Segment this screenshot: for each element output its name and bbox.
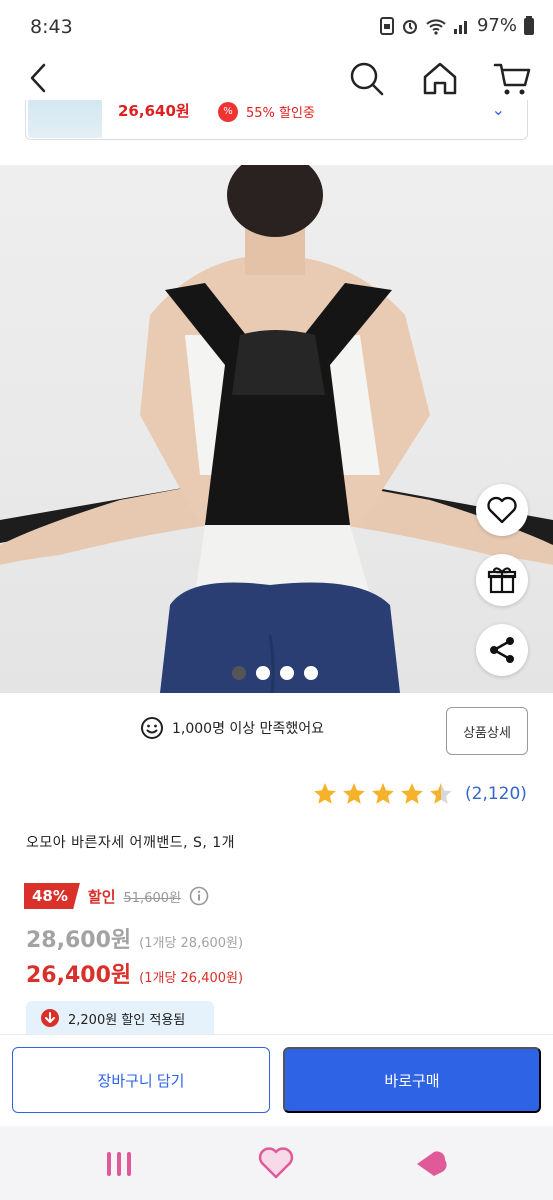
system-nav-bar	[0, 1126, 553, 1200]
share-button[interactable]	[476, 624, 528, 676]
sale-label: 할인	[87, 887, 116, 906]
original-price: 51,600원	[123, 890, 181, 906]
bottom-action-bar: 장바구니 담기 바로구매	[0, 1034, 553, 1126]
carousel-indicator	[232, 666, 318, 680]
heart-icon	[487, 496, 517, 524]
status-icons: 97%	[379, 15, 535, 36]
back-icon[interactable]	[22, 58, 62, 98]
home-heart-icon[interactable]	[258, 1146, 294, 1180]
banner-thumbnail	[28, 100, 102, 138]
half-star-icon	[430, 783, 452, 804]
carousel-dot[interactable]	[304, 666, 318, 680]
discount-badge-icon: %	[218, 102, 238, 122]
product-detail-button[interactable]: 상품상세	[446, 707, 528, 755]
add-to-cart-button[interactable]: 장바구니 담기	[12, 1047, 270, 1113]
star-icon	[343, 783, 365, 804]
battery-icon	[524, 15, 534, 35]
banner-price: 26,640원	[118, 102, 190, 120]
gift-button[interactable]	[476, 554, 528, 606]
info-icon[interactable]	[189, 886, 209, 906]
final-unit-price: (1개당 26,400원)	[139, 971, 244, 986]
unit-price: (1개당 28,600원)	[139, 936, 244, 951]
status-time: 8:43	[30, 16, 73, 38]
wifi-icon	[426, 18, 446, 35]
coupon-text: 2,200원 할인 적용됨	[68, 1012, 186, 1028]
satisfaction-note: 1,000명 이상 만족했어요	[140, 716, 324, 740]
carousel-dot[interactable]	[256, 666, 270, 680]
back-heart-icon[interactable]	[414, 1148, 448, 1180]
status-bar: 8:43 97%	[0, 0, 553, 50]
share-icon	[490, 637, 514, 663]
battery-percent: 97%	[476, 15, 517, 36]
gift-icon	[487, 567, 517, 594]
product-photo	[0, 165, 553, 693]
recommend-banner[interactable]: 26,640원 % 55% 할인중 ⌄	[25, 100, 528, 140]
discount-percent: 48%	[24, 883, 80, 909]
sim-icon	[379, 16, 394, 35]
chevron-down-icon[interactable]: ⌄	[492, 100, 505, 119]
star-icon	[401, 783, 423, 804]
smile-icon	[141, 717, 163, 739]
rating[interactable]: (2,120)	[312, 781, 527, 807]
discount-row: 48% 할인 51,600원	[24, 883, 209, 909]
final-price-row: 26,400원 (1개당 26,400원)	[26, 957, 243, 989]
final-price: 26,400원	[26, 963, 132, 988]
carousel-dot[interactable]	[232, 666, 246, 680]
price-row: 28,600원 (1개당 28,600원)	[26, 922, 243, 954]
buy-now-button[interactable]: 바로구매	[283, 1047, 541, 1113]
arrow-down-circle-icon	[41, 1009, 59, 1027]
alarm-icon	[402, 19, 417, 34]
home-icon[interactable]	[418, 56, 462, 100]
coupon-badge: 2,200원 할인 적용됨	[26, 1001, 214, 1035]
product-image[interactable]	[0, 165, 553, 693]
price: 28,600원	[26, 928, 132, 953]
review-count[interactable]: (2,120)	[465, 784, 527, 804]
star-icon	[314, 783, 336, 804]
carousel-dot[interactable]	[280, 666, 294, 680]
wishlist-button[interactable]	[476, 484, 528, 536]
star-icon	[372, 783, 394, 804]
search-icon[interactable]	[344, 56, 388, 100]
banner-discount: 55% 할인중	[246, 106, 315, 121]
signal-icon	[453, 20, 467, 34]
recents-icon[interactable]	[104, 1150, 134, 1178]
satisfaction-text: 1,000명 이상 만족했어요	[172, 721, 325, 737]
product-title: 오모아 바른자세 어깨밴드, S, 1개	[26, 835, 236, 851]
cart-icon[interactable]	[490, 56, 534, 100]
